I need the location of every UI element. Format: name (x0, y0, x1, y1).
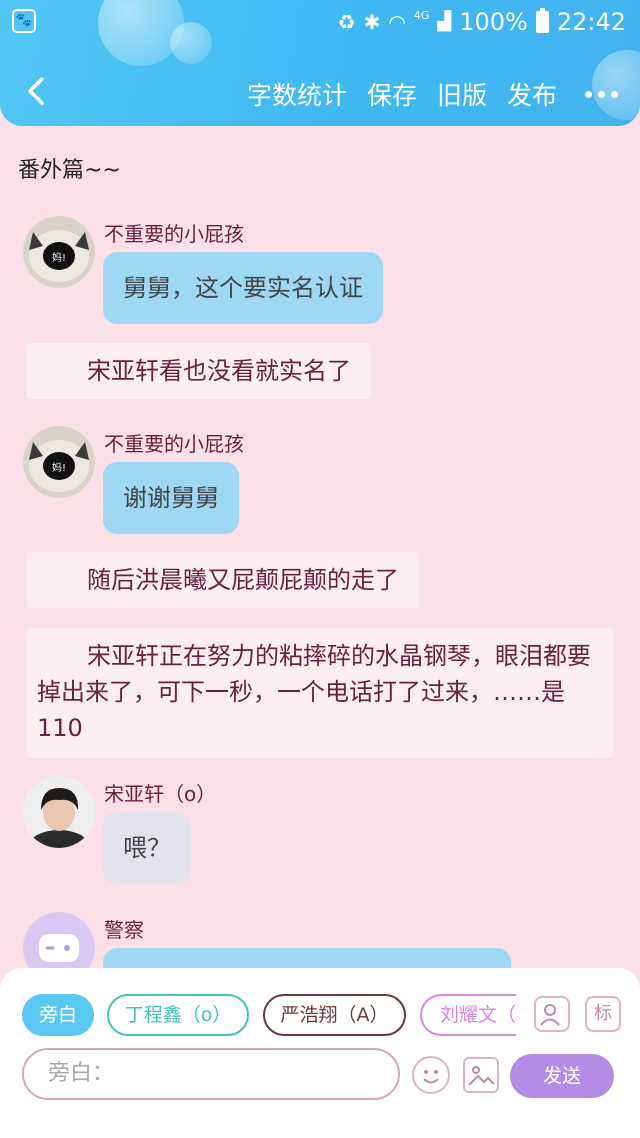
image-icon[interactable] (463, 1057, 499, 1093)
message-bubble: 喂？ (103, 812, 191, 884)
message-bubble: 谢谢舅舅 (103, 462, 239, 534)
old-version-button[interactable]: 旧版 (437, 76, 487, 112)
person-avatar (23, 776, 95, 848)
battery-saver-icon: ♻ (337, 10, 356, 34)
cat-avatar: 妈! (23, 426, 95, 498)
narration-block[interactable]: 宋亚轩看也没看就实名了 (27, 343, 371, 399)
battery-icon (535, 8, 549, 33)
clock: 22:42 (556, 8, 626, 36)
sender-name: 不重要的小屁孩 (104, 432, 244, 456)
status-bar: 🐾 ♻ ✱ ◠ 4G ▟ 100% 22:42 (0, 0, 640, 44)
sender-name: 不重要的小屁孩 (104, 222, 244, 246)
word-count-button[interactable]: 字数统计 (247, 76, 347, 112)
narration-block[interactable]: 宋亚轩正在努力的粘摔碎的水晶钢琴，眼泪都要掉出来了，可下一秒，一个电话打了过来，… (27, 628, 613, 758)
role-chip-yan[interactable]: 严浩翔（A） (263, 994, 406, 1036)
wifi-icon: ◠ (388, 10, 406, 34)
bottom-strip (0, 1102, 640, 1138)
role-chip-narrator[interactable]: 旁白 (22, 994, 94, 1036)
message-bubble: 舅舅，这个要实名认证 (103, 252, 383, 324)
battery-percent: 100% (459, 8, 528, 36)
narration-block[interactable]: 随后洪晨曦又屁颠屁颠的走了 (27, 552, 419, 608)
composer-panel: 旁白 丁程鑫（o） 严浩翔（A） 刘耀文（A） 标 旁白： 发送 (0, 968, 640, 1102)
svg-text:妈!: 妈! (52, 251, 66, 264)
cat-avatar: 妈! (23, 216, 95, 288)
svg-text:妈!: 妈! (52, 461, 66, 474)
back-arrow-icon[interactable] (22, 76, 52, 106)
bluetooth-icon: ✱ (363, 10, 381, 34)
publish-button[interactable]: 发布 (507, 76, 557, 112)
mark-icon[interactable]: 标 (585, 996, 621, 1032)
baidu-paw-icon: 🐾 (12, 9, 36, 33)
sender-name: 警察 (104, 918, 144, 942)
role-chip-ding[interactable]: 丁程鑫（o） (107, 994, 249, 1036)
send-button[interactable]: 发送 (510, 1054, 614, 1098)
signal-icon: 4G (413, 9, 430, 22)
role-chip-liu[interactable]: 刘耀文（A） (420, 994, 516, 1036)
sender-name: 宋亚轩（o） (104, 782, 217, 806)
emoji-icon[interactable] (412, 1056, 450, 1094)
app-header: 🐾 ♻ ✱ ◠ 4G ▟ 100% 22:42 字数统计 保存 旧版 发布 (0, 0, 640, 126)
save-button[interactable]: 保存 (367, 76, 417, 112)
narration-input[interactable]: 旁白： (22, 1048, 400, 1100)
role-manage-icon[interactable] (534, 996, 570, 1032)
nav-bar: 字数统计 保存 旧版 发布 (0, 62, 640, 124)
more-options-icon[interactable] (585, 90, 618, 98)
cellular-icon: ▟ (437, 11, 452, 32)
chapter-title: 番外篇~~ (18, 158, 121, 183)
